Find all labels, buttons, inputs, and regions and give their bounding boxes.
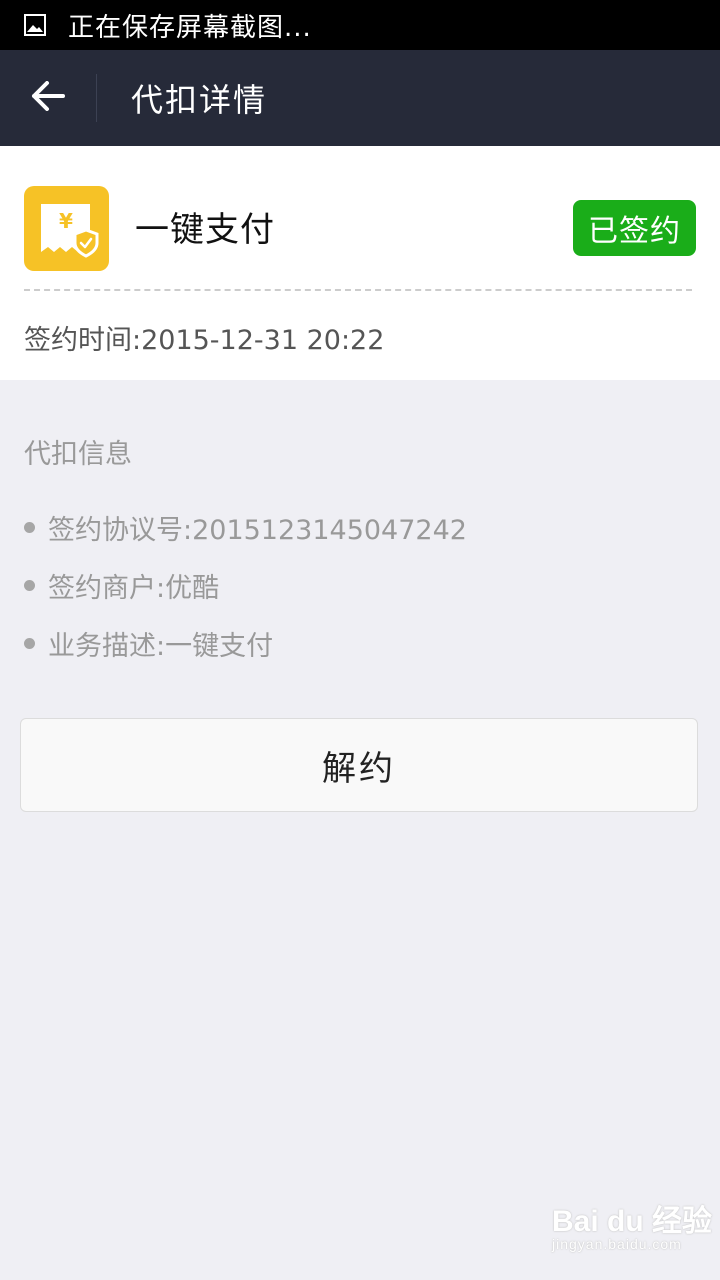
nav-bar: 代扣详情 — [0, 50, 720, 146]
section-title: 代扣信息 — [24, 439, 132, 470]
bullet-icon — [24, 579, 35, 591]
nav-divider — [96, 74, 97, 122]
divider — [24, 289, 692, 291]
business-description: 业务描述:一键支付 — [48, 630, 274, 662]
status-text: 正在保存屏幕截图... — [68, 12, 312, 43]
unbind-button[interactable]: 解约 — [20, 718, 698, 812]
agreement-number: 签约协议号:2015123145047242 — [48, 514, 467, 546]
sign-time: 签约时间:2015-12-31 20:22 — [24, 325, 385, 356]
merchant-name: 签约商户:优酷 — [48, 572, 220, 604]
contract-card: ¥ 一键支付 已签约 签约时间:2015-12-31 20:22 — [0, 146, 720, 380]
page-title: 代扣详情 — [131, 81, 268, 119]
back-button[interactable] — [0, 50, 96, 146]
info-list: 签约协议号:2015123145047242 签约商户:优酷 业务描述:一键支付 — [24, 498, 467, 672]
bullet-icon — [24, 521, 35, 533]
status-bar: 正在保存屏幕截图... — [0, 0, 720, 50]
watermark-brand: Bai du 经验 — [552, 1205, 713, 1238]
receipt-shield-icon: ¥ — [24, 186, 109, 271]
svg-text:¥: ¥ — [59, 209, 73, 233]
list-item: 业务描述:一键支付 — [24, 614, 467, 672]
watermark: Bai du 经验 jingyan.baidu.com — [552, 1196, 712, 1252]
back-arrow-icon — [31, 81, 65, 115]
app-name: 一键支付 — [135, 210, 275, 250]
bullet-icon — [24, 637, 35, 649]
status-badge: 已签约 — [573, 200, 696, 256]
list-item: 签约商户:优酷 — [24, 556, 467, 614]
list-item: 签约协议号:2015123145047242 — [24, 498, 467, 556]
image-icon — [24, 14, 46, 36]
